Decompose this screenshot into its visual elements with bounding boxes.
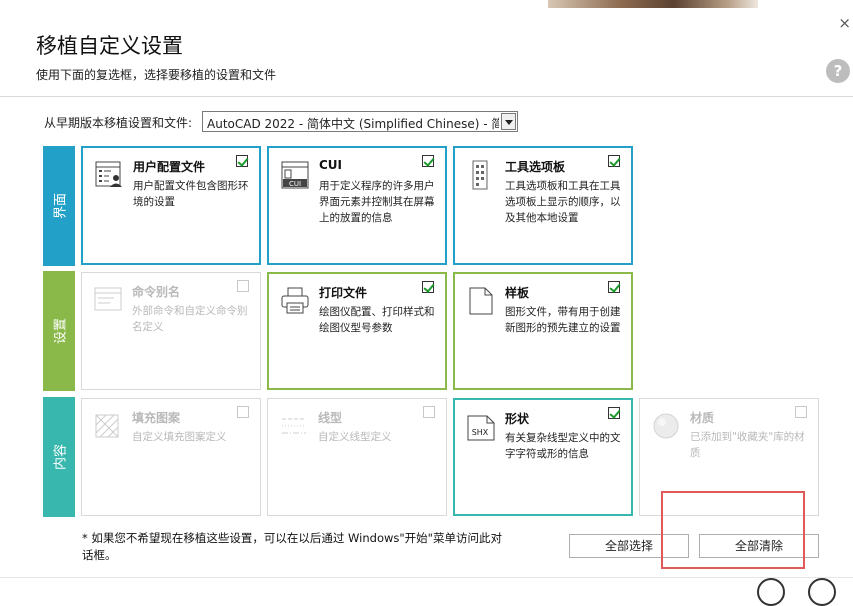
- linetype-icon: [282, 418, 306, 434]
- card-name: 形状: [505, 412, 530, 426]
- checkbox-templates[interactable]: [608, 281, 620, 293]
- clear-all-button[interactable]: 全部清除: [699, 534, 819, 558]
- checkbox-shapes[interactable]: [608, 407, 620, 419]
- card-name: 用户配置文件: [133, 160, 206, 174]
- command-alias-icon: [94, 287, 122, 311]
- checkbox-tool-palettes[interactable]: [608, 155, 620, 167]
- card-desc: 自定义线型定义: [318, 431, 392, 443]
- card-plot-files[interactable]: 打印文件 绘图仪配置、打印样式和绘图仪型号参数: [267, 272, 447, 390]
- group-content: 内容: [43, 397, 75, 517]
- help-icon[interactable]: ?: [826, 59, 850, 83]
- card-name: 材质: [690, 411, 715, 425]
- card-name: 命令别名: [132, 285, 181, 299]
- checkbox-materials: [795, 406, 807, 418]
- template-icon: [469, 287, 493, 315]
- banner-photo: [548, 0, 758, 8]
- cui-icon: CUI: [281, 161, 309, 189]
- card-hatch-patterns: 填充图案 自定义填充图案定义: [81, 398, 261, 516]
- checkbox-command-aliases: [237, 280, 249, 292]
- checkbox-linetypes: [423, 406, 435, 418]
- divider: [0, 96, 853, 97]
- card-name: 填充图案: [132, 411, 181, 425]
- card-materials: 材质 已添加到"收藏夹"库的材质: [639, 398, 819, 516]
- checkbox-user-profile[interactable]: [236, 155, 248, 167]
- dialog-subtitle: 使用下面的复选框，选择要移植的设置和文件: [36, 68, 277, 82]
- card-command-aliases: 命令别名 外部命令和自定义命令别名定义: [81, 272, 261, 390]
- shx-icon: SHX: [467, 415, 495, 441]
- card-desc: 自定义填充图案定义: [132, 431, 227, 443]
- nav-circle-icon[interactable]: [808, 578, 836, 606]
- card-name: 工具选项板: [505, 160, 566, 174]
- card-tool-palettes[interactable]: 工具选项板 工具选项板和工具在工具选项板上显示的顺序，以及其他本地设置: [453, 146, 633, 265]
- printer-icon: [281, 287, 309, 314]
- footer-divider: [0, 577, 853, 578]
- card-desc: 工具选项板和工具在工具选项板上显示的顺序，以及其他本地设置: [505, 180, 621, 224]
- group-settings: 设置: [43, 271, 75, 391]
- hatch-pattern-icon: [95, 414, 119, 438]
- user-profile-icon: [95, 161, 122, 187]
- material-sphere-icon: [653, 413, 679, 439]
- tool-palette-icon: [472, 160, 488, 190]
- card-user-profile[interactable]: 用户配置文件 用户配置文件包含图形环境的设置: [81, 146, 261, 265]
- svg-text:CUI: CUI: [289, 180, 301, 188]
- checkbox-hatch-patterns: [237, 406, 249, 418]
- card-desc: 已添加到"收藏夹"库的材质: [690, 431, 805, 459]
- card-desc: 用于定义程序的许多用户界面元素并控制其在屏幕上的放置的信息: [319, 180, 435, 224]
- footer-note: * 如果您不希望现在移植这些设置，可以在以后通过 Windows"开始"菜单访问…: [82, 531, 502, 562]
- svg-text:SHX: SHX: [472, 428, 489, 437]
- checkbox-plot-files[interactable]: [422, 281, 434, 293]
- nav-circle-icon[interactable]: [757, 578, 785, 606]
- card-desc: 外部命令和自定义命令别名定义: [132, 305, 248, 333]
- card-name: 线型: [318, 411, 343, 425]
- card-desc: 有关复杂线型定义中的文字字符或形的信息: [505, 432, 621, 460]
- card-name: 打印文件: [319, 286, 368, 300]
- card-desc: 用户配置文件包含图形环境的设置: [133, 180, 249, 208]
- card-desc: 图形文件，带有用于创建新图形的预先建立的设置: [505, 306, 621, 334]
- chevron-down-icon[interactable]: [501, 113, 516, 130]
- source-version-dropdown[interactable]: AutoCAD 2022 - 简体中文 (Simplified Chinese)…: [202, 111, 518, 132]
- card-desc: 绘图仪配置、打印样式和绘图仪型号参数: [319, 306, 435, 334]
- group-interface: 界面: [43, 146, 75, 266]
- close-icon[interactable]: ×: [838, 14, 851, 32]
- dialog-title: 移植自定义设置: [36, 34, 183, 58]
- checkbox-cui[interactable]: [422, 155, 434, 167]
- header-banner: [0, 0, 853, 10]
- card-shapes[interactable]: SHX 形状 有关复杂线型定义中的文字字符或形的信息: [453, 398, 633, 516]
- card-cui[interactable]: CUI CUI 用于定义程序的许多用户界面元素并控制其在屏幕上的放置的信息: [267, 146, 447, 265]
- card-name: 样板: [505, 286, 530, 300]
- card-templates[interactable]: 样板 图形文件，带有用于创建新图形的预先建立的设置: [453, 272, 633, 390]
- source-version-label: 从早期版本移植设置和文件:: [44, 116, 193, 130]
- select-all-button[interactable]: 全部选择: [569, 534, 689, 558]
- source-version-value: AutoCAD 2022 - 简体中文 (Simplified Chinese)…: [207, 117, 499, 131]
- card-name: CUI: [319, 158, 343, 172]
- card-linetypes: 线型 自定义线型定义: [267, 398, 447, 516]
